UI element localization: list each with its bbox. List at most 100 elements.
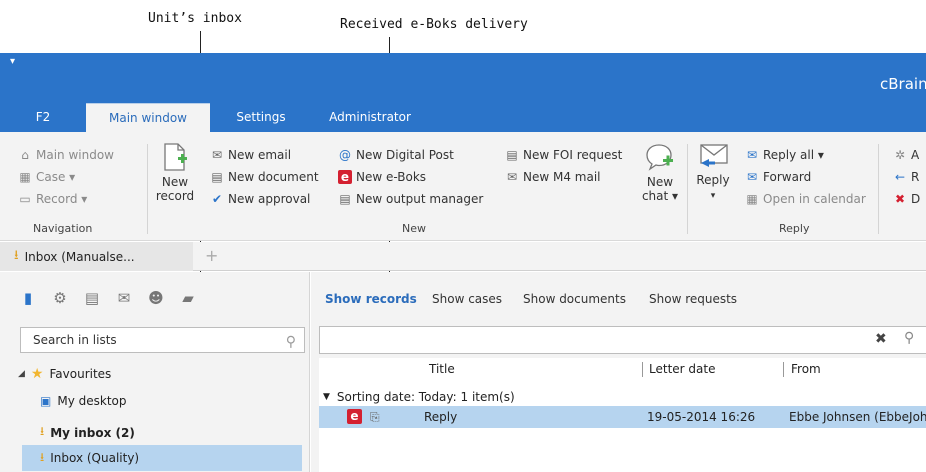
new-document-label: New document [228, 170, 319, 184]
reply-all-icon: ✉ [746, 148, 758, 162]
open-in-calendar-label: Open in calendar [763, 192, 866, 206]
mail-list-icon[interactable]: ✉ [116, 290, 132, 306]
new-record-label: New record [155, 175, 195, 203]
tree-item-inbox-quality[interactable]: ⭳ Inbox (Quality) [22, 445, 302, 471]
add-tab-button[interactable]: + [205, 246, 218, 265]
callout-unit-inbox: Unit’s inbox [148, 11, 242, 26]
tree-item-my-inbox[interactable]: ⭳ My inbox (2) [40, 422, 135, 443]
arrow-left-icon: ← [894, 170, 906, 184]
quick-access-toolbar-icon[interactable]: ▾ [10, 56, 15, 67]
nav-main-window-button[interactable]: ⌂ Main window [18, 146, 114, 164]
forward-button[interactable]: ✉ Forward [745, 168, 811, 186]
forward-label: Forward [763, 170, 812, 184]
open-in-calendar-button[interactable]: ▦ Open in calendar [745, 190, 866, 208]
tab-show-cases[interactable]: Show cases [432, 292, 502, 306]
clear-filter-icon[interactable]: ✖ [875, 331, 887, 347]
new-email-label: New email [228, 148, 292, 162]
tab-show-records[interactable]: Show records [325, 292, 417, 306]
new-foi-request-button[interactable]: ▤ New FOI request [505, 146, 622, 164]
reply-button[interactable]: Reply ▾ [692, 142, 734, 203]
tab-show-requests[interactable]: Show requests [649, 292, 737, 306]
ribbon-separator [878, 144, 879, 234]
tree-favourites[interactable]: ◢ ★ Favourites [18, 366, 111, 382]
persons-list-icon[interactable]: ☻ [148, 290, 164, 306]
table-row[interactable]: e ⎘ Reply 19-05-2014 16:26 Ebbe Johnsen … [319, 406, 926, 428]
tab-settings[interactable]: Settings [225, 103, 297, 132]
output-manager-icon: ▤ [339, 192, 351, 206]
tree-item-my-desktop[interactable]: ▣ My desktop [40, 394, 126, 408]
approval-icon: ✔ [211, 192, 223, 206]
ribbon-tabs: F2 Main window Settings Administrator [0, 103, 926, 132]
ribbon-more-item-1[interactable]: ✲ A [893, 146, 919, 164]
new-digital-post-button[interactable]: @ New Digital Post [338, 146, 454, 164]
new-eboks-label: New e-Boks [356, 170, 427, 184]
cases-list-icon[interactable]: ⚙ [52, 290, 68, 306]
tab-main-window[interactable]: Main window [86, 103, 210, 132]
tab-f2[interactable]: F2 [20, 103, 66, 132]
star-icon: ★ [30, 366, 44, 382]
reply-label: Reply [696, 173, 730, 187]
group-reply-label: Reply [779, 222, 810, 235]
home-icon: ⌂ [21, 148, 29, 162]
new-email-button[interactable]: ✉ New email [210, 146, 291, 164]
tab-inbox-manualse[interactable]: ⭳ Inbox (Manualse... [0, 242, 193, 271]
ribbon-separator [687, 144, 688, 234]
column-header-from[interactable]: From [791, 358, 821, 380]
reply-all-button[interactable]: ✉ Reply all ▾ [745, 146, 824, 164]
records-list-icon[interactable]: ▮ [20, 290, 36, 306]
desktop-icon: ▣ [40, 394, 52, 408]
new-document-button[interactable]: ▤ New document [210, 168, 319, 186]
new-output-manager-button[interactable]: ▤ New output manager [338, 190, 483, 208]
ribbon-more-item-2[interactable]: ← R [893, 168, 919, 186]
ribbon-more-label-3: D [911, 192, 921, 206]
tree-item-my-inbox-label: My inbox (2) [50, 425, 135, 440]
search-in-lists-input[interactable]: Search in lists ⚲ [20, 327, 305, 353]
ribbon-more-label-2: R [911, 170, 920, 184]
new-chat-button[interactable]: New chat ▾ [638, 142, 682, 203]
list-filter-input[interactable]: ✖ ⚲ [319, 326, 926, 354]
group-header[interactable]: ▼ Sorting date: Today: 1 item(s) [319, 388, 926, 406]
ribbon-more-label-1: A [911, 148, 920, 162]
inbox-icon: ⭳ [40, 449, 45, 464]
search-icon[interactable]: ⚲ [286, 330, 296, 354]
new-digital-post-label: New Digital Post [356, 148, 454, 162]
column-header-title[interactable]: Title [429, 358, 455, 380]
digital-post-icon: @ [339, 148, 351, 162]
tree-item-inbox-quality-label: Inbox (Quality) [50, 451, 140, 465]
tree-item-my-desktop-label: My desktop [57, 394, 127, 408]
email-icon: ✉ [211, 148, 223, 162]
ribbon-more-item-3[interactable]: ✖ D [893, 190, 920, 208]
reply-dropdown-arrow[interactable]: ▾ [711, 191, 716, 201]
nav-case-button[interactable]: ▦ Case ▾ [18, 168, 75, 186]
column-header-letter-date[interactable]: Letter date [649, 358, 715, 380]
nav-main-window-label: Main window [36, 148, 114, 162]
tab-inbox-manualse-label: Inbox (Manualse... [24, 249, 135, 264]
tab-show-documents[interactable]: Show documents [523, 292, 626, 306]
folder-list-icon[interactable]: ▰ [180, 290, 196, 306]
new-foi-request-label: New FOI request [523, 148, 623, 162]
column-divider[interactable] [783, 362, 784, 377]
calendar-icon: ▦ [746, 192, 758, 206]
chat-icon [646, 144, 673, 171]
column-divider[interactable] [642, 362, 643, 377]
new-approval-button[interactable]: ✔ New approval [210, 190, 310, 208]
reply-icon [700, 144, 728, 167]
nav-record-button[interactable]: ▭ Record ▾ [18, 190, 87, 208]
collapse-icon[interactable]: ◢ [18, 369, 25, 379]
reply-all-label: Reply all ▾ [763, 148, 824, 162]
tab-administrator[interactable]: Administrator [320, 103, 420, 132]
new-output-manager-label: New output manager [356, 192, 484, 206]
search-icon[interactable]: ⚲ [904, 330, 914, 346]
list-type-icons: ▮ ⚙ ▤ ✉ ☻ ▰ [20, 290, 196, 306]
documents-list-icon[interactable]: ▤ [84, 290, 100, 306]
new-eboks-button[interactable]: e New e-Boks [338, 168, 426, 186]
ribbon-separator [147, 144, 148, 234]
eboks-badge-icon: e [347, 409, 362, 424]
group-collapse-icon[interactable]: ▼ [323, 392, 330, 402]
inbox-icon: ⭳ [14, 247, 19, 263]
new-m4-mail-button[interactable]: ✉ New M4 mail [505, 168, 601, 186]
new-chat-label: New chat ▾ [641, 175, 679, 203]
forward-icon: ✉ [746, 170, 758, 184]
new-record-button[interactable]: New record [152, 142, 198, 203]
nav-case-label: Case ▾ [36, 170, 76, 184]
